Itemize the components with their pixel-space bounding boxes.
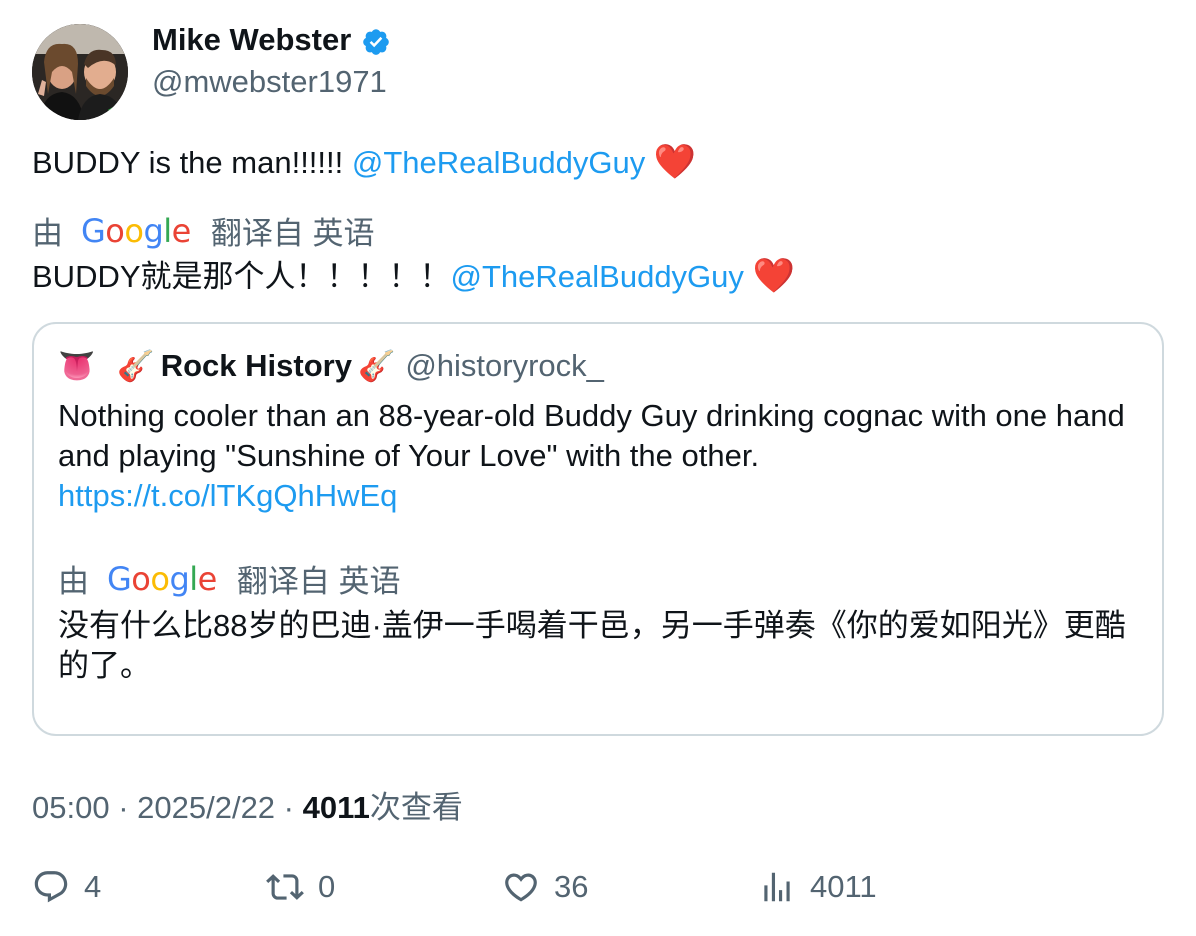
quoted-tweet-card[interactable]: 👅 🎸 Rock History 🎸 @historyrock_ Nothing… [32,322,1164,736]
reply-icon [34,871,68,903]
quote-text: Nothing cooler than an 88-year-old Buddy… [58,396,1138,516]
like-count: 36 [554,869,589,904]
translation-attribution: 由 Google 翻译自 英语 [32,208,374,253]
meta-separator: · [275,790,303,825]
translated-mention-link[interactable]: @TheRealBuddyGuy [451,259,744,294]
quote-link[interactable]: https://t.co/lTKgQhHwEq [58,478,397,513]
author-display-name[interactable]: Mike Webster [152,22,351,58]
tweet-date[interactable]: 2025/2/22 [137,790,275,825]
mention-link[interactable]: @TheRealBuddyGuy [352,145,645,180]
quote-translation-attribution: 由 Google 翻译自 英语 [58,556,400,601]
views-count: 4011 [302,790,370,825]
quote-translated-by-label: 由 [58,564,89,599]
author-handle[interactable]: @mwebster1971 [152,64,387,100]
views-action-count: 4011 [810,869,877,904]
tweet-body: BUDDY is the man!!!!!! [32,145,352,180]
quote-author-name[interactable]: Rock History [161,348,352,384]
tweet-time[interactable]: 05:00 [32,790,110,825]
retweet-count: 0 [318,869,336,904]
google-logo: Google [81,211,191,250]
avatar[interactable] [32,24,128,120]
tweet-text: BUDDY is the man!!!!!! @TheRealBuddyGuy … [32,142,696,183]
heart-icon [505,873,537,902]
tongue-logo-icon: 👅 [58,349,96,383]
views-button[interactable]: 4011 [758,868,877,906]
heart-emoji: ❤️ [653,143,697,181]
like-button[interactable]: 36 [502,868,588,906]
translated-by-label: 由 [32,216,63,251]
google-logo: Google [107,559,217,598]
quote-body: Nothing cooler than an 88-year-old Buddy… [58,398,1125,473]
retweet-icon [266,874,304,900]
guitar-icon: 🎸 [357,349,396,383]
verified-badge-icon [363,29,390,55]
analytics-icon [764,872,790,902]
author-name-row: Mike Webster [152,22,391,58]
translated-from-label: 翻译自 英语 [210,216,375,251]
retweet-button[interactable]: 0 [266,868,335,906]
translated-heart-emoji: ❤️ [752,257,795,295]
quote-translated-from-label: 翻译自 英语 [236,564,401,599]
tweet-meta: 05:00 · 2025/2/22 · 4011次查看 [32,782,463,827]
reply-button[interactable]: 4 [32,868,101,906]
quote-header: 👅 🎸 Rock History 🎸 @historyrock_ [58,348,604,384]
avatar-image [32,24,128,120]
quote-translated-text: 没有什么比88岁的巴迪·盖伊一手喝着干邑，另一手弹奏《你的爱如阳光》更酷的了。 [58,608,1126,683]
translated-text: BUDDY就是那个人！！！！！@TheRealBuddyGuy ❤️ [32,256,795,297]
guitar-icon: 🎸 [117,349,155,383]
views-label: 次查看 [369,790,463,825]
reply-count: 4 [84,869,102,904]
quote-author-handle[interactable]: @historyrock_ [405,348,604,384]
translated-body: BUDDY就是那个人！！！！！ [32,259,451,294]
meta-separator: · [109,790,138,825]
